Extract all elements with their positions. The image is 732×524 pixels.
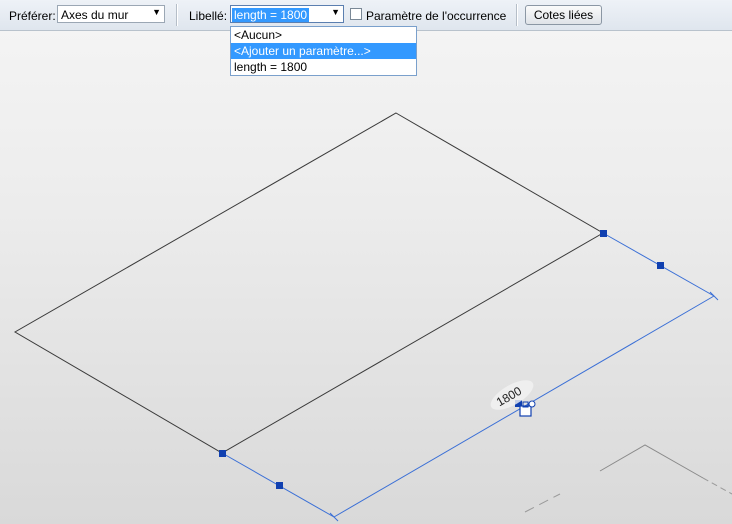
grip-corner-left[interactable]: [219, 450, 226, 457]
lock-icon[interactable]: [519, 400, 536, 417]
toolbar-separator: [176, 4, 178, 26]
drawing-canvas[interactable]: 1800: [0, 30, 732, 524]
partial-object-outline: [599, 444, 704, 479]
toolbar-separator: [516, 4, 518, 26]
hidden-line: [524, 493, 561, 513]
label-dropdown[interactable]: length = 1800 ▼: [230, 5, 344, 23]
label-label: Libellé:: [189, 9, 228, 23]
dimension-tick-right: [709, 291, 719, 301]
prefer-dropdown[interactable]: Axes du mur ▼: [57, 5, 165, 23]
hidden-line: [702, 477, 732, 495]
grip-witness-right[interactable]: [657, 262, 664, 269]
instance-parameter-checkbox[interactable]: [350, 8, 362, 20]
dimension-tick-left: [329, 512, 339, 522]
grip-witness-left[interactable]: [276, 482, 283, 489]
chevron-down-icon: ▼: [331, 7, 340, 17]
grip-corner-right[interactable]: [600, 230, 607, 237]
linked-dimensions-button[interactable]: Cotes liées: [525, 5, 602, 25]
prefer-value: Axes du mur: [61, 8, 129, 22]
instance-parameter-label: Paramètre de l'occurrence: [366, 9, 507, 23]
label-value: length = 1800: [232, 8, 310, 22]
prefer-label: Préférer:: [9, 9, 56, 23]
chevron-down-icon: ▼: [152, 7, 161, 17]
